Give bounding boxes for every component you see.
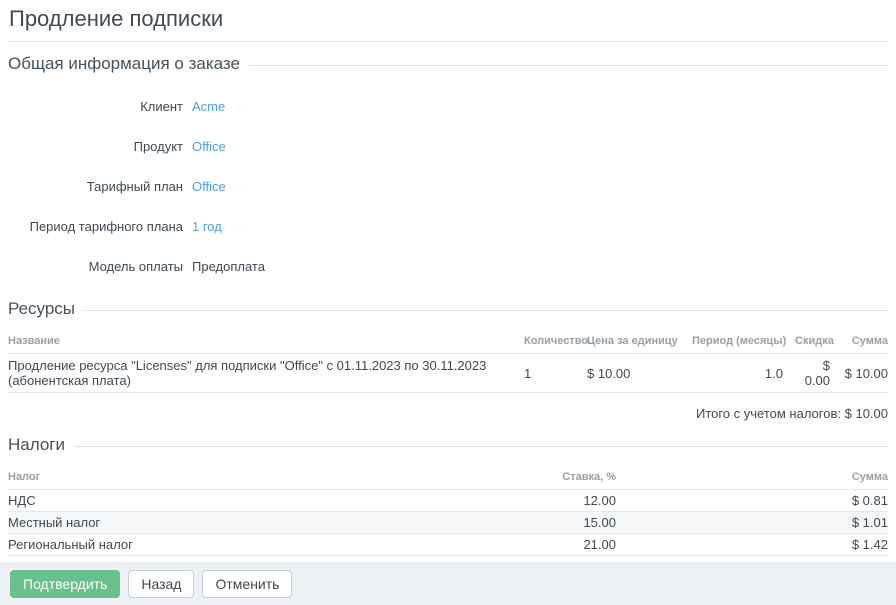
back-button[interactable]: Назад <box>128 570 194 598</box>
subscription-renewal-page: Продление подписки Общая информация о за… <box>0 0 896 605</box>
col-header-discount: Скидка <box>783 331 830 354</box>
tax-amount: $ 1.01 <box>616 512 888 534</box>
tax-rate: 12.00 <box>446 490 616 512</box>
section-general-info-title: Общая информация о заказе <box>8 54 240 74</box>
legend-divider <box>74 446 888 447</box>
tax-row: НДС 12.00 $ 0.81 <box>8 490 888 512</box>
col-header-name: Название <box>8 331 512 354</box>
tax-amount: $ 1.42 <box>616 534 888 556</box>
field-client-label: Клиент <box>8 99 183 114</box>
tax-name: Местный налог <box>8 512 446 534</box>
taxes-table-header-row: Налог Ставка, % Сумма <box>8 467 888 490</box>
page-title: Продление подписки <box>8 0 888 42</box>
field-plan-period-value-link[interactable]: 1 год <box>192 219 222 234</box>
resources-table-header-row: Название Количество Цена за единицу Пери… <box>8 331 888 354</box>
field-product: Продукт Office <box>8 139 888 154</box>
tax-name: НДС <box>8 490 446 512</box>
col-header-amount: Сумма <box>616 467 888 490</box>
col-header-period: Период (месяцы) <box>680 331 783 354</box>
confirm-button[interactable]: Подтвердить <box>10 570 120 598</box>
tax-row: Местный налог 15.00 $ 1.01 <box>8 512 888 534</box>
field-service-plan: Тарифный план Office <box>8 179 888 194</box>
col-header-unit-price: Цена за единицу <box>575 331 680 354</box>
action-footer: Подтвердить Назад Отменить <box>0 562 896 605</box>
tax-rate: 21.00 <box>446 534 616 556</box>
tax-amount: $ 0.81 <box>616 490 888 512</box>
subtotal-with-taxes-value: $ 10.00 <box>845 406 888 421</box>
field-product-label: Продукт <box>8 139 183 154</box>
section-taxes-title: Налоги <box>8 435 65 455</box>
field-service-plan-label: Тарифный план <box>8 179 183 194</box>
resource-discount: $ 0.00 <box>783 354 830 393</box>
col-header-total: Сумма <box>830 331 888 354</box>
field-product-value-link[interactable]: Office <box>192 139 226 154</box>
field-payment-model: Модель оплаты Предоплата <box>8 259 888 274</box>
section-resources: Ресурсы <box>8 299 888 319</box>
field-service-plan-value-link[interactable]: Office <box>192 179 226 194</box>
col-header-quantity: Количество <box>512 331 575 354</box>
field-payment-model-label: Модель оплаты <box>8 259 183 274</box>
resource-total: $ 10.00 <box>830 354 888 393</box>
resource-name: Продление ресурса "Licenses" для подписк… <box>8 354 512 393</box>
general-info-fields: Клиент Acme Продукт Office Тарифный план… <box>8 99 888 274</box>
tax-rate: 15.00 <box>446 512 616 534</box>
field-client-value-link[interactable]: Acme <box>192 99 225 114</box>
cancel-button[interactable]: Отменить <box>202 570 292 598</box>
section-resources-title: Ресурсы <box>8 299 75 319</box>
tax-name: Региональный налог <box>8 534 446 556</box>
legend-divider <box>84 310 888 311</box>
col-header-rate: Ставка, % <box>446 467 616 490</box>
taxes-table: Налог Ставка, % Сумма НДС 12.00 $ 0.81 М… <box>8 467 888 556</box>
tax-row: Региональный налог 21.00 $ 1.42 <box>8 534 888 556</box>
field-client: Клиент Acme <box>8 99 888 114</box>
resources-table: Название Количество Цена за единицу Пери… <box>8 331 888 393</box>
field-plan-period: Период тарифного плана 1 год <box>8 219 888 234</box>
subtotal-with-taxes: Итого с учетом налогов: $ 10.00 <box>8 406 888 421</box>
section-taxes: Налоги <box>8 435 888 455</box>
resource-period: 1.0 <box>680 354 783 393</box>
resource-quantity: 1 <box>512 354 575 393</box>
field-plan-period-label: Период тарифного плана <box>8 219 183 234</box>
resource-unit-price: $ 10.00 <box>575 354 680 393</box>
col-header-tax: Налог <box>8 467 446 490</box>
subtotal-with-taxes-label: Итого с учетом налогов: <box>696 406 841 421</box>
section-general-info: Общая информация о заказе <box>8 54 888 74</box>
legend-divider <box>249 65 888 66</box>
field-payment-model-value: Предоплата <box>192 259 265 274</box>
resource-row: Продление ресурса "Licenses" для подписк… <box>8 354 888 393</box>
